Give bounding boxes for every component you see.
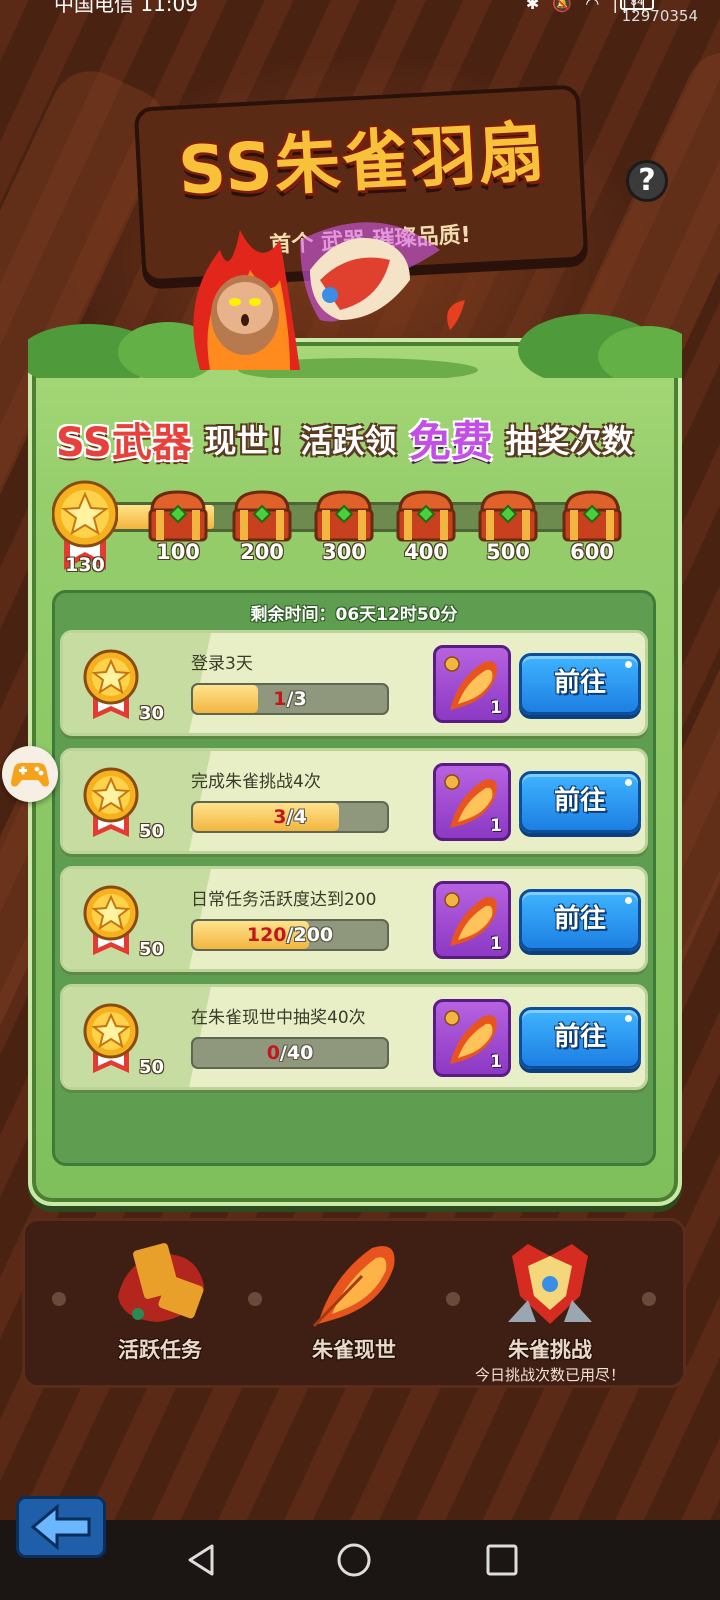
task-progress-total: /200 [286,924,334,946]
task-reward-qty: 1 [490,934,502,954]
phoenix-boss-icon [508,1244,592,1324]
task-row: 50 日常任务活跃度达到200 120/200 1 前往 [60,866,648,972]
milestone-label: 100 [156,540,200,564]
task-progress-bar: 0/40 [191,1037,389,1069]
task-progress-bar: 3/4 [191,801,389,833]
gamepad-icon [11,762,49,787]
task-go-button[interactable]: 前往 [519,1007,641,1069]
task-reward-item[interactable]: 1 [433,881,511,959]
headline-end: 抽奖次数 [505,421,634,460]
star-medal-icon [83,649,139,719]
task-reward-qty: 1 [490,816,502,836]
back-arrow-icon [30,1503,91,1551]
status-bar: 中国电信 11:09 ✱ 🔕 ◠ |||| 84 12970354 [0,0,720,25]
tab-separator-dot [642,1292,656,1306]
challenge-exhausted-note: 今日挑战次数已用尽！ [474,1366,625,1384]
task-reward-item[interactable]: 1 [433,645,511,723]
tab-phoenix-challenge-label: 朱雀挑战 [508,1338,592,1362]
user-id: 12970354 [621,7,698,25]
task-reward-item[interactable]: 1 [433,999,511,1077]
reward-chest-2[interactable] [230,486,294,546]
reward-chest-4[interactable] [394,486,458,546]
task-points: 50 [139,939,165,960]
tab-active-tasks-label: 活跃任务 [118,1338,202,1362]
reward-chest-1[interactable] [146,486,210,546]
nav-home-icon[interactable] [334,1540,374,1580]
scroll-bundle-icon [118,1243,204,1322]
headline-free: 免费 [408,417,493,466]
game-back-button[interactable] [16,1496,106,1558]
task-description: 完成朱雀挑战4次 [191,772,321,792]
character-with-fan-illustration [193,222,465,370]
carrier-time: 中国电信 11:09 [54,0,198,16]
task-go-button[interactable]: 前往 [519,653,641,715]
headline-mid: 现世！活跃领 [204,421,397,460]
task-progress-count: 120/200 [193,921,387,949]
tab-separator-dot [446,1292,460,1306]
gamepad-float-button[interactable] [2,746,58,802]
task-description: 在朱雀现世中抽奖40次 [191,1008,366,1028]
star-medal-icon [83,885,139,955]
help-button[interactable]: ? [626,160,668,202]
task-description: 日常任务活跃度达到200 [191,890,377,910]
task-reward-item[interactable]: 1 [433,763,511,841]
treasure-chest-icon [396,490,456,542]
task-row: 50 完成朱雀挑战4次 3/4 1 前往 [60,748,648,854]
task-progress-total: /40 [279,1042,314,1064]
event-headline: SS武器 现世！活跃领 免费 抽奖次数 [56,408,656,466]
task-progress-current: 3 [273,806,287,828]
task-points: 50 [139,1057,165,1078]
reward-chest-3[interactable] [312,486,376,546]
remaining-time: 剩余时间：06天12时50分 [250,605,458,625]
tab-phoenix-appear[interactable]: 朱雀现世 [274,1230,434,1380]
star-medal-icon [83,1003,139,1073]
task-description: 登录3天 [191,654,253,674]
milestone-label: 400 [404,540,448,564]
task-row: 50 在朱雀现世中抽奖40次 0/40 1 前往 [60,984,648,1090]
task-go-button[interactable]: 前往 [519,771,641,833]
task-progress-total: /4 [286,806,307,828]
milestone-label: 300 [322,540,366,564]
task-progress-total: /3 [286,688,307,710]
activity-points-value: 130 [65,554,105,576]
task-progress-current: 120 [246,924,287,946]
reward-chest-5[interactable] [476,486,540,546]
treasure-chest-icon [314,490,374,542]
tab-separator-dot [52,1292,66,1306]
treasure-chest-icon [232,490,292,542]
task-points: 50 [139,821,165,842]
milestone-label: 600 [570,540,614,564]
task-progress-count: 1/3 [193,685,387,713]
treasure-chest-icon [562,490,622,542]
tab-active-tasks[interactable]: 活跃任务 [80,1230,240,1380]
treasure-chest-icon [148,490,208,542]
task-progress-count: 3/4 [193,803,387,831]
task-progress-count: 0/40 [193,1039,387,1067]
task-reward-qty: 1 [490,1052,502,1072]
task-progress-current: 1 [273,688,287,710]
task-reward-qty: 1 [490,698,502,718]
nav-back-icon[interactable] [182,1540,222,1580]
task-row: 30 登录3天 1/3 1 前往 [60,630,648,736]
task-progress-bar: 120/200 [191,919,389,951]
star-medal-icon [83,767,139,837]
task-progress-bar: 1/3 [191,683,389,715]
milestone-label: 500 [486,540,530,564]
task-progress-current: 0 [266,1042,280,1064]
tab-phoenix-challenge[interactable]: 朱雀挑战 今日挑战次数已用尽！ [470,1230,630,1384]
task-go-button[interactable]: 前往 [519,889,641,951]
tab-phoenix-appear-label: 朱雀现世 [312,1338,396,1362]
nav-recents-icon[interactable] [482,1540,522,1580]
tab-separator-dot [248,1292,262,1306]
reward-chest-6[interactable] [560,486,624,546]
task-points: 30 [139,703,165,724]
headline-ss-weapon: SS武器 [56,419,192,466]
phoenix-feather-icon [312,1246,395,1328]
treasure-chest-icon [478,490,538,542]
milestone-label: 200 [240,540,284,564]
